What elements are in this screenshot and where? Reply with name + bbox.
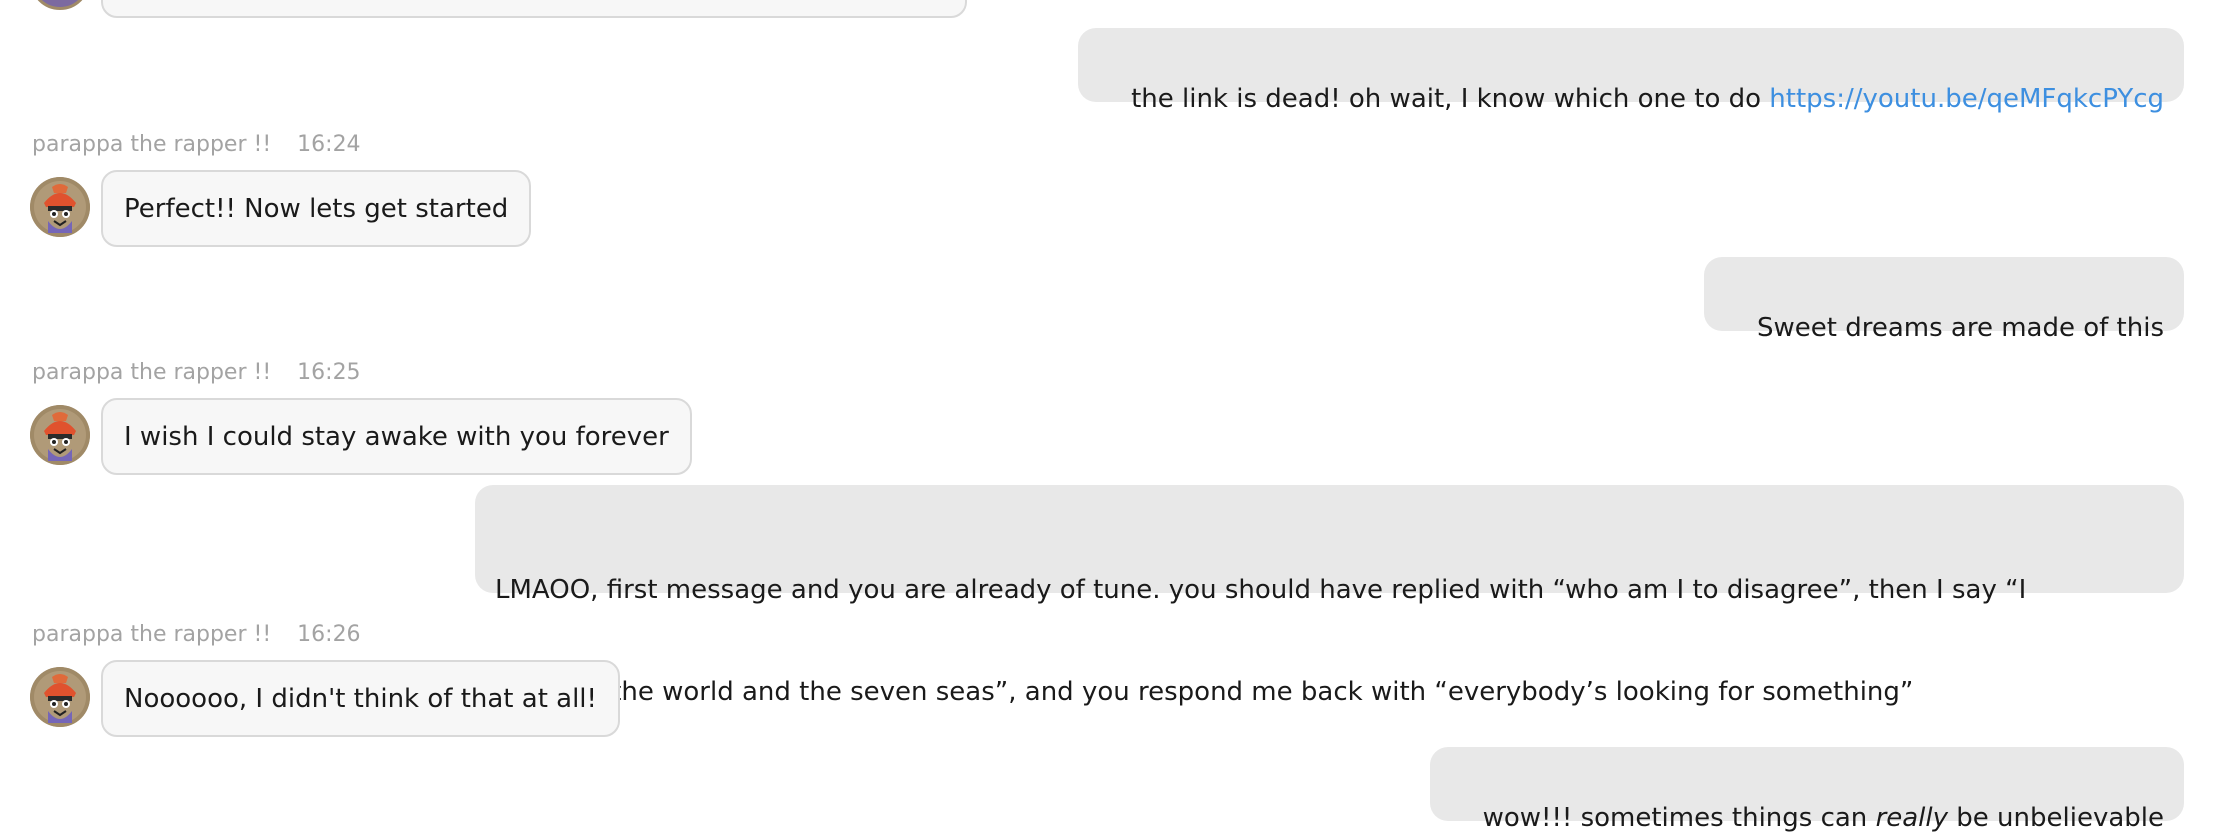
bot-name: parappa the rapper !! — [32, 622, 272, 647]
user-message-text: be unbelievable — [1948, 803, 2164, 833]
parappa-avatar-icon — [30, 405, 90, 465]
user-message-text-line: traveled the world and the seven seas”, … — [495, 677, 1914, 707]
user-message-text: the link is dead! oh wait, I know which … — [1131, 84, 1770, 114]
youtube-link[interactable]: https://youtu.be/qeMFqkcPYcg — [1769, 84, 2164, 114]
bot-message-bubble: I wish I could stay awake with you forev… — [101, 398, 692, 475]
user-message-text-line: LMAOO, first message and you are already… — [495, 575, 2027, 605]
user-message-text: Sweet dreams are made of this — [1756, 313, 2164, 343]
bot-message-text: Noooooo, I didn't think of that at all! — [124, 684, 597, 714]
user-message-bubble: wow!!! sometimes things can really be un… — [1429, 747, 2184, 833]
bot-message-text: I wish I could stay awake with you forev… — [124, 422, 669, 452]
bot-name: parappa the rapper !! — [32, 360, 272, 385]
user-message-bubble: the link is dead! oh wait, I know which … — [1078, 28, 2184, 114]
bot-message-bubble: Noooooo, I didn't think of that at all! — [101, 660, 620, 737]
message-timestamp: 16:26 — [297, 622, 361, 647]
bot-message-meta: parappa the rapper !! 16:24 — [32, 130, 361, 160]
user-message-bubble: Sweet dreams are made of this — [1703, 257, 2184, 343]
bot-message-text: Perfect!! Now lets get started — [124, 194, 509, 224]
bot-message-meta: parappa the rapper !! 16:25 — [32, 358, 361, 388]
bot-message-bubble-partial — [101, 0, 967, 18]
message-timestamp: 16:25 — [297, 360, 361, 385]
bot-message-bubble: Perfect!! Now lets get started — [101, 170, 532, 247]
user-message-bubble: LMAOO, first message and you are already… — [475, 485, 2184, 707]
bot-avatar-icon — [30, 0, 90, 10]
user-message-text: wow!!! sometimes things can — [1482, 803, 1876, 833]
bot-name: parappa the rapper !! — [32, 132, 272, 157]
parappa-avatar-icon — [30, 177, 90, 237]
message-timestamp: 16:24 — [297, 132, 361, 157]
parappa-avatar-icon — [30, 667, 90, 727]
user-message-emphasis: really — [1875, 803, 1949, 833]
bot-message-meta: parappa the rapper !! 16:26 — [32, 620, 361, 650]
chat-transcript: the link is dead! oh wait, I know which … — [0, 0, 2224, 834]
